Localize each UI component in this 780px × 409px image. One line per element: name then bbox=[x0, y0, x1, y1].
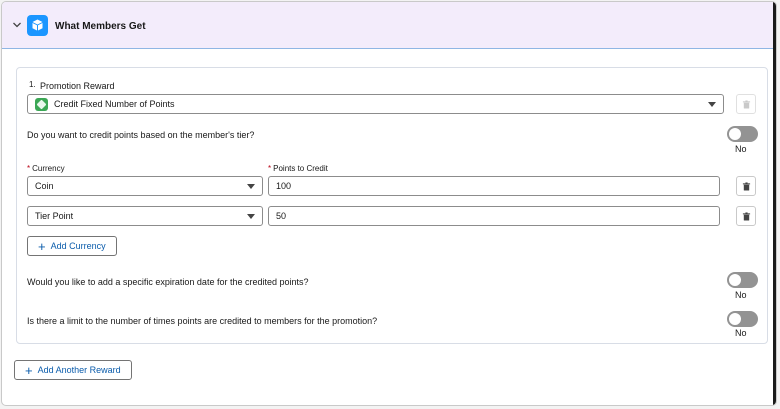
what-members-get-panel: What Members Get 1. Promotion Reward Cre… bbox=[1, 1, 777, 406]
expiration-toggle[interactable] bbox=[727, 272, 758, 288]
delete-reward-button[interactable] bbox=[736, 94, 756, 114]
reward-index: 1. bbox=[29, 80, 36, 89]
panel-header[interactable]: What Members Get bbox=[2, 2, 776, 49]
points-label-text: Points to Credit bbox=[273, 164, 328, 173]
tier-question-text: Do you want to credit points based on th… bbox=[27, 130, 255, 140]
add-another-reward-button[interactable]: + Add Another Reward bbox=[14, 360, 132, 380]
add-currency-button[interactable]: + Add Currency bbox=[27, 236, 117, 256]
panel-title: What Members Get bbox=[55, 21, 146, 32]
currency-value-2: Tier Point bbox=[35, 211, 74, 221]
plus-icon: + bbox=[25, 362, 33, 378]
toggle-knob bbox=[729, 128, 741, 140]
expiration-toggle-state: No bbox=[735, 290, 747, 300]
promotion-reward-select[interactable]: Credit Fixed Number of Points bbox=[27, 94, 724, 114]
points-label: * Points to Credit bbox=[268, 164, 328, 173]
trash-icon bbox=[742, 211, 750, 221]
limit-toggle-state: No bbox=[735, 328, 747, 338]
gift-box-icon bbox=[27, 15, 48, 36]
tier-toggle[interactable] bbox=[727, 126, 758, 142]
points-value-1: 100 bbox=[276, 181, 292, 191]
currency-value-1: Coin bbox=[35, 181, 54, 191]
promotion-reward-value: Credit Fixed Number of Points bbox=[54, 99, 175, 109]
trash-icon bbox=[742, 99, 750, 109]
reward-card: 1. Promotion Reward Credit Fixed Number … bbox=[16, 67, 768, 344]
add-currency-label: Add Currency bbox=[50, 241, 106, 251]
required-marker: * bbox=[268, 164, 272, 173]
limit-question-text: Is there a limit to the number of times … bbox=[27, 316, 378, 326]
trash-icon bbox=[742, 181, 750, 191]
plus-icon: + bbox=[38, 238, 46, 254]
points-input-1[interactable]: 100 bbox=[268, 176, 720, 196]
limit-toggle[interactable] bbox=[727, 311, 758, 327]
window-edge bbox=[773, 2, 776, 405]
diamond-icon bbox=[35, 97, 48, 111]
caret-down-icon bbox=[247, 214, 255, 219]
toggle-knob bbox=[729, 313, 741, 325]
required-marker: * bbox=[27, 164, 31, 173]
promotion-reward-label: Promotion Reward bbox=[40, 81, 115, 91]
currency-label: * Currency bbox=[27, 164, 65, 173]
tier-toggle-state: No bbox=[735, 144, 747, 154]
caret-down-icon bbox=[247, 184, 255, 189]
expiration-question-text: Would you like to add a specific expirat… bbox=[27, 277, 309, 287]
currency-label-text: Currency bbox=[32, 164, 65, 173]
points-input-2[interactable]: 50 bbox=[268, 206, 720, 226]
caret-down-icon bbox=[708, 102, 716, 107]
add-another-reward-label: Add Another Reward bbox=[37, 365, 121, 375]
toggle-knob bbox=[729, 274, 741, 286]
points-value-2: 50 bbox=[276, 211, 287, 221]
delete-currency-button-1[interactable] bbox=[736, 176, 756, 196]
delete-currency-button-2[interactable] bbox=[736, 206, 756, 226]
currency-select-1[interactable]: Coin bbox=[27, 176, 263, 196]
currency-select-2[interactable]: Tier Point bbox=[27, 206, 263, 226]
chevron-down-icon[interactable] bbox=[12, 20, 22, 30]
